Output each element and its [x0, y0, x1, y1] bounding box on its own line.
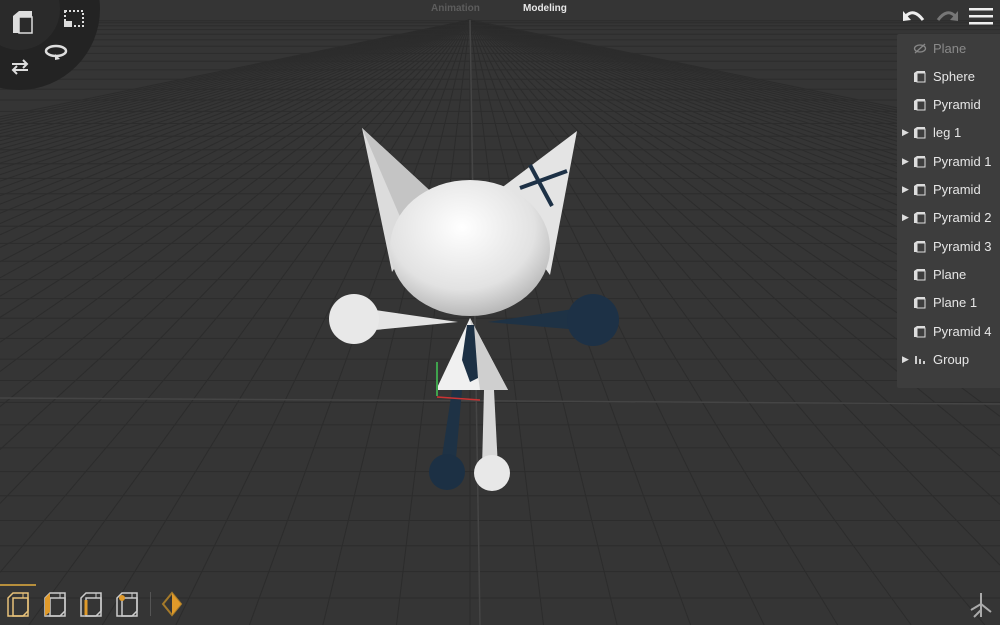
eye-hidden-icon [913, 43, 927, 53]
active-tool-indicator [0, 584, 36, 586]
undo-icon[interactable] [902, 8, 926, 24]
outliner-item[interactable]: ▶ Pyramid 2 [897, 204, 1000, 232]
outliner-item[interactable]: Sphere [897, 62, 1000, 90]
outliner-item-label: Sphere [933, 68, 975, 84]
cube-view-icon[interactable] [10, 9, 36, 35]
mode-switcher: Animation Modeling [0, 3, 1000, 17]
outliner-item-label: Plane [933, 266, 967, 282]
redo-icon[interactable] [935, 8, 959, 24]
swap-icon[interactable] [9, 58, 31, 76]
expand-triangle-icon[interactable]: ▶ [902, 156, 912, 167]
outliner-item[interactable]: Pyramid [897, 91, 1000, 119]
outliner-item-label: Pyramid 2 [933, 210, 992, 226]
3d-viewport[interactable] [0, 0, 1000, 625]
marquee-select-icon[interactable] [62, 9, 86, 29]
outliner-item[interactable]: ▶ leg 1 [897, 119, 1000, 147]
tab-animation[interactable]: Animation [431, 3, 480, 14]
hamburger-menu-icon[interactable] [969, 6, 993, 26]
expand-triangle-icon[interactable]: ▶ [902, 354, 912, 365]
rotate-icon[interactable] [43, 43, 69, 61]
select-face-icon[interactable] [42, 590, 68, 618]
object-icon [914, 155, 926, 168]
select-edge-icon[interactable] [78, 590, 104, 618]
outliner-item[interactable]: ▶ Pyramid [897, 176, 1000, 204]
outliner-item[interactable]: ▶ Pyramid 1 [897, 147, 1000, 175]
object-icon [914, 240, 926, 253]
outliner-item-label: Pyramid [933, 97, 981, 113]
outliner-item[interactable]: Plane [897, 34, 1000, 62]
outliner-item-label: Plane [933, 40, 967, 56]
outliner-item-label: Pyramid 3 [933, 238, 992, 254]
object-icon [914, 70, 926, 83]
object-icon [914, 99, 926, 111]
object-icon [914, 212, 926, 224]
select-object-icon[interactable] [5, 590, 31, 618]
outliner-item[interactable]: Pyramid 3 [897, 232, 1000, 260]
expand-triangle-icon[interactable]: ▶ [902, 184, 912, 195]
expand-triangle-icon[interactable]: ▶ [902, 212, 912, 223]
expand-triangle-icon[interactable]: ▶ [902, 127, 912, 138]
object-icon [914, 297, 926, 309]
object-icon [914, 325, 926, 337]
outliner-item[interactable]: Plane 1 [897, 289, 1000, 317]
axes-gizmo-icon[interactable] [968, 590, 994, 620]
toolbar-divider [150, 592, 151, 616]
group-icon [915, 355, 925, 364]
outliner-item-label: Pyramid 1 [933, 153, 992, 169]
outliner-item[interactable]: ▶ Group [897, 345, 1000, 373]
scene-outliner: Plane Sphere Pyramid ▶ leg 1 ▶ Pyramid 1 ▶ Pyram… [897, 34, 1000, 388]
object-icon [914, 268, 926, 281]
outliner-item-label: Pyramid 4 [933, 323, 992, 339]
select-vertex-icon[interactable] [114, 590, 140, 618]
keyframe-icon[interactable] [160, 590, 186, 618]
object-icon [914, 184, 926, 196]
outliner-item[interactable]: Pyramid 4 [897, 317, 1000, 345]
tab-modeling[interactable]: Modeling [523, 3, 567, 14]
outliner-item-label: Plane 1 [933, 295, 978, 311]
object-icon [914, 127, 926, 139]
outliner-item-label: Pyramid [933, 182, 981, 197]
outliner-item-label: leg 1 [933, 125, 962, 141]
outliner-item-label: Group [933, 351, 970, 367]
outliner-item[interactable]: Plane [897, 260, 1000, 288]
